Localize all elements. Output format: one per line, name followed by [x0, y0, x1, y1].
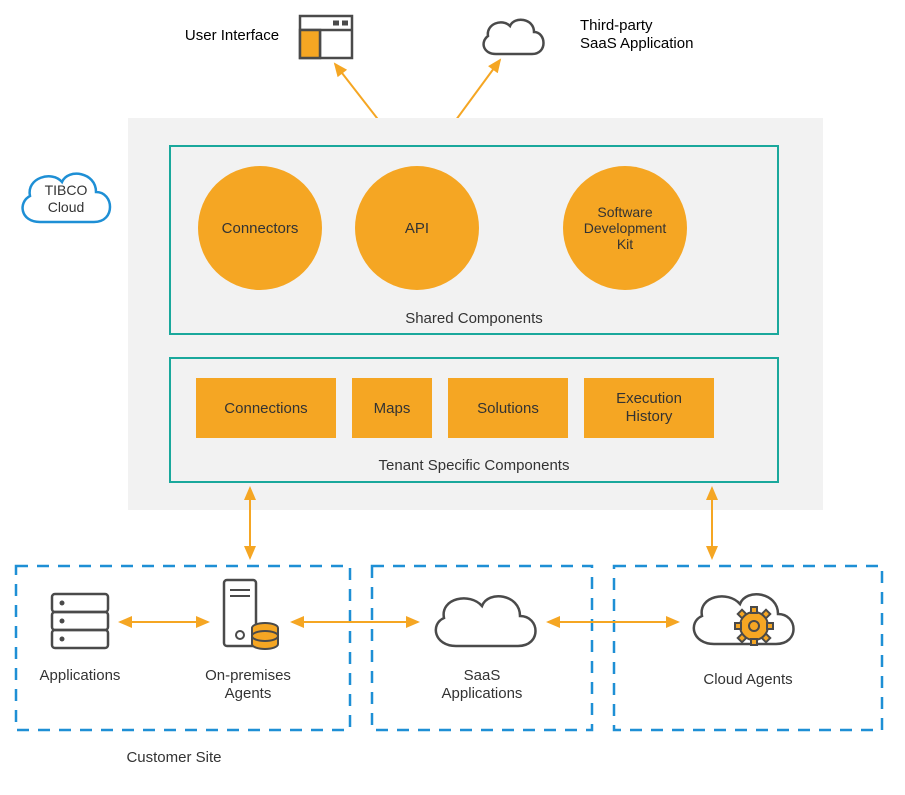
customer-site-label: Customer Site	[126, 749, 221, 766]
tibco-cloud-label-2: Cloud	[48, 199, 85, 215]
connections-label: Connections	[224, 400, 307, 417]
architecture-diagram: User Interface Third-party SaaS Applicat…	[0, 0, 905, 790]
saas-label-2: SaaS Application	[580, 35, 693, 52]
exec-label-1: Execution	[616, 390, 682, 407]
cloud-agents-box	[614, 566, 882, 730]
saas-apps-cloud-icon	[436, 596, 536, 646]
saas-apps-label-2: Applications	[442, 685, 523, 702]
shared-components-title: Shared Components	[405, 310, 543, 327]
connectors-label: Connectors	[222, 220, 299, 237]
saas-apps-label-1: SaaS	[464, 667, 501, 684]
exec-label-2: History	[626, 408, 673, 425]
saas-label-1: Third-party	[580, 17, 653, 34]
maps-label: Maps	[374, 400, 411, 417]
applications-label: Applications	[40, 667, 121, 684]
sdk-label-1: Software	[597, 204, 652, 220]
solutions-label: Solutions	[477, 400, 539, 417]
onprem-agents-icon	[224, 580, 278, 649]
cloud-agents-icon	[694, 594, 794, 645]
sdk-label-3: Kit	[617, 236, 633, 252]
saas-cloud-icon	[484, 20, 544, 54]
cloud-agents-label: Cloud Agents	[703, 671, 792, 688]
user-interface-label: User Interface	[185, 27, 279, 44]
tenant-components-title: Tenant Specific Components	[379, 457, 570, 474]
onprem-label-2: Agents	[225, 685, 272, 702]
user-interface-icon	[300, 16, 352, 58]
sdk-label-2: Development	[584, 220, 667, 236]
onprem-label-1: On-premises	[205, 667, 291, 684]
api-label: API	[405, 220, 429, 237]
tibco-cloud-label-1: TIBCO	[45, 182, 88, 198]
saas-apps-box	[372, 566, 592, 730]
applications-icon	[52, 594, 108, 648]
